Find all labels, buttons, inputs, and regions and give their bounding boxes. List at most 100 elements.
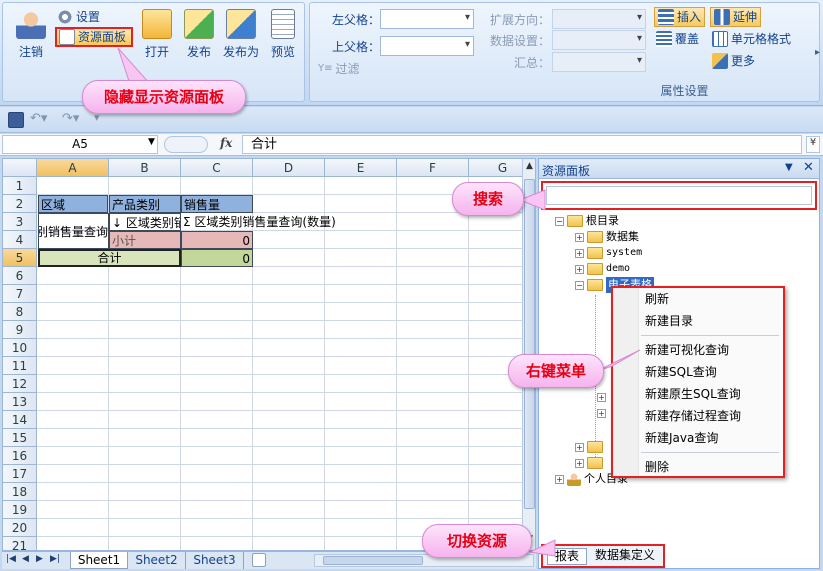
row-header[interactable]: 21	[3, 537, 37, 550]
insert-button[interactable]: 插入	[654, 7, 706, 27]
menu-item-new-proc-query[interactable]: 新建存储过程查询	[613, 405, 783, 427]
expand-icon[interactable]: +	[575, 232, 584, 242]
redo-icon[interactable]: ↷▾	[62, 111, 79, 126]
formula-input[interactable]: 合计	[242, 135, 802, 154]
row-header[interactable]: 11	[3, 357, 37, 375]
h-scroll-thumb[interactable]	[323, 556, 423, 565]
scroll-up-icon[interactable]: ▲	[524, 161, 535, 175]
tree-item-child[interactable]: +	[597, 405, 609, 421]
formula-bar-collapse[interactable]	[164, 136, 208, 153]
row-header[interactable]: 18	[3, 483, 37, 501]
row-header[interactable]: 3	[3, 213, 37, 231]
row-header[interactable]: 8	[3, 303, 37, 321]
tree-item-sibling[interactable]: +	[575, 455, 606, 471]
cell-c5[interactable]: 0	[181, 249, 253, 267]
row-header[interactable]: 2	[3, 195, 37, 213]
cell-b3[interactable]: ↓ 区域类别销售量	[109, 213, 181, 231]
column-header[interactable]: D	[253, 159, 325, 177]
sheet-tab[interactable]: Sheet2	[128, 552, 186, 569]
cover-button[interactable]: 覆盖	[656, 29, 699, 49]
top-parent-combo[interactable]	[380, 36, 474, 56]
tree-item-demo[interactable]: + demo	[575, 261, 654, 277]
collapse-icon[interactable]: −	[575, 280, 584, 290]
menu-item-delete[interactable]: 删除	[613, 456, 783, 478]
cell-b2[interactable]: 产品类别	[109, 195, 181, 213]
column-header[interactable]: F	[397, 159, 469, 177]
tree-item-sibling[interactable]: +	[575, 439, 606, 455]
fx-icon[interactable]: fx	[220, 136, 232, 150]
row-header[interactable]: 17	[3, 465, 37, 483]
tree-item-root[interactable]: − 根目录	[555, 213, 654, 229]
row-header[interactable]: 14	[3, 411, 37, 429]
select-all-corner[interactable]	[3, 159, 37, 177]
cell-a3[interactable]: 类别销售量查询	[38, 213, 109, 249]
expand-icon[interactable]: +	[597, 392, 606, 402]
resource-tree[interactable]: − 根目录 + 数据集 + system + demo − 电子表格	[555, 213, 654, 293]
row-header[interactable]: 15	[3, 429, 37, 447]
sheet-tab[interactable]: Sheet3	[186, 552, 244, 569]
publish-button[interactable]: 发布	[179, 9, 219, 60]
collapse-icon[interactable]: −	[555, 216, 564, 226]
tab-dataset-definition[interactable]: 数据集定义	[589, 548, 661, 565]
row-header[interactable]: 19	[3, 501, 37, 519]
close-icon[interactable]: ✕	[803, 160, 814, 175]
menu-item-new-native-sql[interactable]: 新建原生SQL查询	[613, 383, 783, 405]
tree-item-system[interactable]: + system	[575, 245, 654, 261]
expand-dir-combo[interactable]	[552, 9, 646, 29]
preview-button[interactable]: 预览	[263, 9, 303, 60]
column-header[interactable]: B	[109, 159, 181, 177]
row-header[interactable]: 10	[3, 339, 37, 357]
expand-formula-icon[interactable]: ¥	[806, 136, 820, 153]
logout-button[interactable]: 注销	[11, 9, 51, 60]
row-header[interactable]: 13	[3, 393, 37, 411]
expand-icon[interactable]: +	[575, 442, 584, 452]
expand-icon[interactable]: +	[597, 408, 606, 418]
menu-item-new-sql-query[interactable]: 新建SQL查询	[613, 361, 783, 383]
menu-item-new-dir[interactable]: 新建目录	[613, 310, 783, 332]
tree-item-child[interactable]: +	[597, 389, 609, 405]
sheet-nav-last-icon[interactable]: ▶|	[50, 554, 60, 564]
sheet-nav-first-icon[interactable]: |◀	[6, 554, 16, 564]
column-header[interactable]: E	[325, 159, 397, 177]
row-header[interactable]: 16	[3, 447, 37, 465]
panel-menu-icon[interactable]: ▼	[785, 162, 793, 173]
resource-panel-button[interactable]: 资源面板	[55, 27, 133, 47]
spreadsheet-grid[interactable]: A B C D E F G 1 2 3 4 5 6 7 8 9 10 11 12…	[2, 158, 536, 551]
row-header[interactable]: 6	[3, 267, 37, 285]
expand-icon[interactable]: +	[575, 248, 584, 258]
row-header[interactable]: 20	[3, 519, 37, 537]
cell-format-button[interactable]: 单元格格式	[712, 29, 791, 49]
name-box[interactable]: A5	[2, 135, 158, 154]
sheet-nav-next-icon[interactable]: ▶	[36, 554, 43, 564]
menu-item-new-java-query[interactable]: 新建Java查询	[613, 427, 783, 449]
sheet-nav-prev-icon[interactable]: ◀	[22, 554, 29, 564]
left-parent-combo[interactable]	[380, 9, 474, 29]
scroll-thumb[interactable]	[524, 179, 535, 509]
row-header[interactable]: 1	[3, 177, 37, 195]
name-box-dropdown-icon[interactable]: ▼	[148, 137, 155, 147]
summary-combo[interactable]	[552, 52, 646, 72]
more-button[interactable]: 更多	[712, 51, 755, 71]
tab-reports[interactable]: 报表	[547, 548, 587, 565]
cell-b4[interactable]: 小计	[109, 231, 181, 249]
cell-a2[interactable]: 区域	[38, 195, 108, 213]
cell-a5[interactable]: 合计	[38, 249, 181, 267]
cell-c2[interactable]: 销售量	[181, 195, 253, 213]
cell-c4[interactable]: 0	[181, 231, 253, 249]
column-header[interactable]: A	[37, 159, 109, 177]
open-button[interactable]: 打开	[137, 9, 177, 60]
new-sheet-icon[interactable]	[252, 553, 266, 567]
settings-button[interactable]: 设置	[57, 7, 100, 27]
menu-item-refresh[interactable]: 刷新	[613, 288, 783, 310]
dataset-setting-combo[interactable]	[552, 30, 646, 50]
search-input[interactable]	[546, 186, 812, 205]
filter-button[interactable]: Y≡ 过滤	[318, 59, 360, 79]
expand-icon[interactable]: +	[555, 474, 564, 484]
row-header[interactable]: 9	[3, 321, 37, 339]
row-header[interactable]: 4	[3, 231, 37, 249]
extend-button[interactable]: 延伸	[710, 7, 762, 27]
save-icon[interactable]	[8, 112, 24, 128]
undo-icon[interactable]: ↶▾	[30, 111, 47, 126]
tree-item-datasets[interactable]: + 数据集	[575, 229, 654, 245]
ribbon-scroll-right-icon[interactable]: ▸	[815, 47, 820, 58]
